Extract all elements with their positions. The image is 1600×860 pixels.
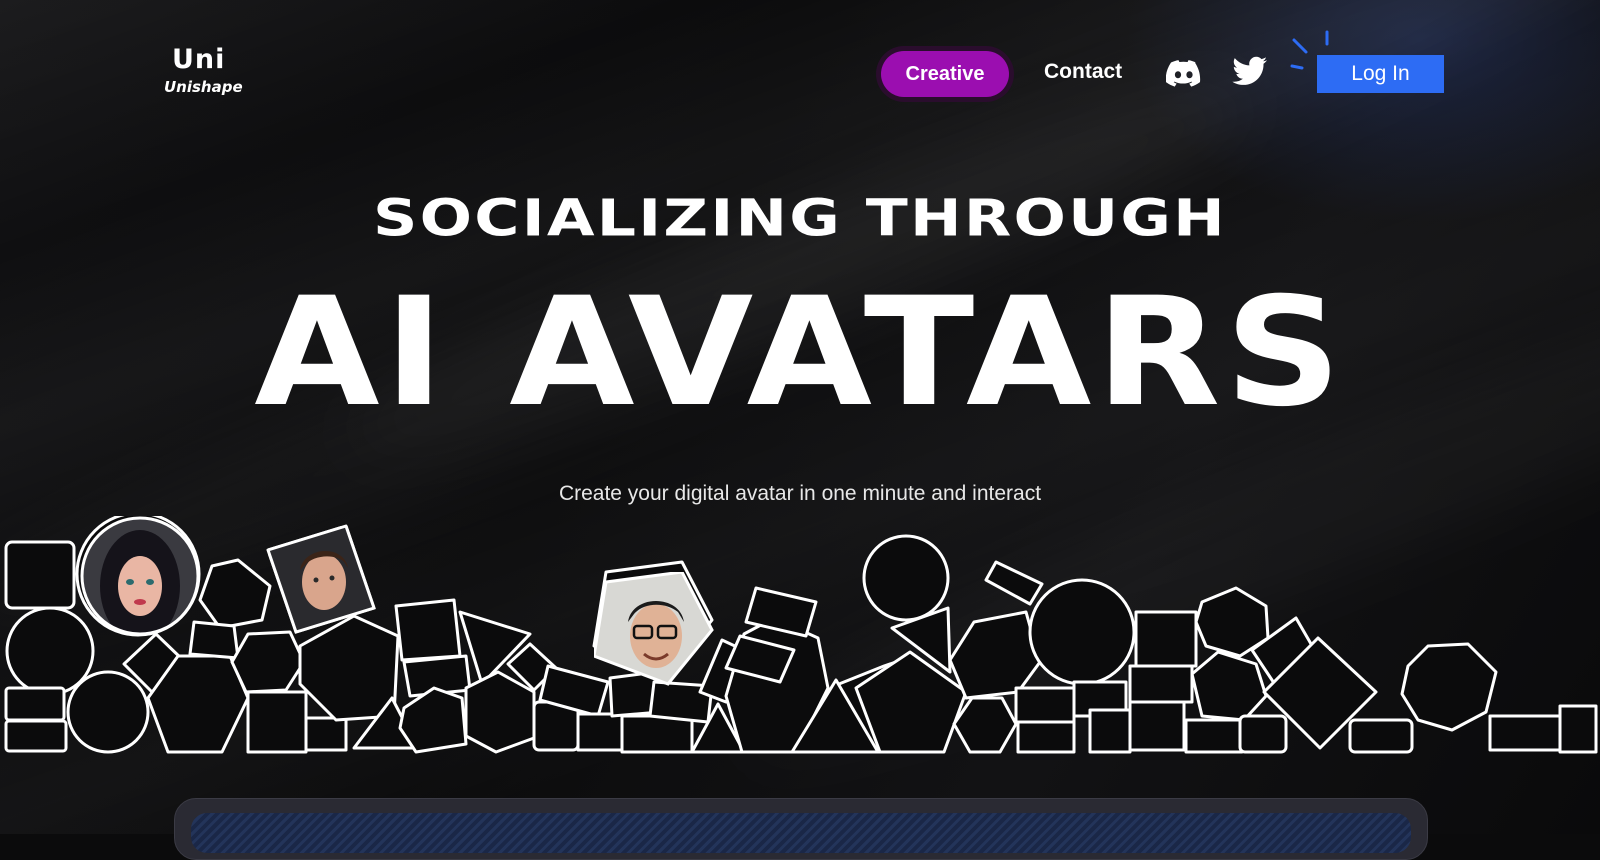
shape-rect [1128,664,1194,704]
shape-rect [1014,686,1076,724]
shape-square [1128,700,1186,752]
shape-rect [304,716,348,752]
shape-hexagon [1190,650,1268,722]
shape-circle [1028,578,1136,686]
shape-square [246,690,308,754]
shape-rect [984,560,1044,606]
shape-hexagon [952,696,1018,754]
hero-heading-line2: AI AVATARS [254,266,1346,440]
shape-hexagon [464,670,536,754]
nav-creative-label: Creative [881,51,1009,97]
shape-rect [1184,718,1244,754]
shape-square [1088,708,1132,754]
shape-rect [620,714,694,754]
unishape-logo[interactable]: Uni Unishape [164,46,254,102]
preview-panel-inner [191,813,1411,853]
shape-rect [4,686,66,722]
shape-circle [862,534,950,622]
shape-rect [1488,714,1562,752]
shape-rect [576,712,624,752]
avatar-portrait-man[interactable] [268,526,376,634]
logo-text: Unishape [164,78,243,96]
shape-heptagon [398,686,468,754]
shape-hexagon [230,630,306,694]
shape-rect [1348,718,1414,754]
nav-creative-button[interactable]: Creative [876,46,1014,102]
shape-rect [4,719,68,753]
shapes-pile-illustration [4,516,1598,754]
shape-rect [1016,720,1076,754]
nav-contact-link[interactable]: Contact [1044,60,1122,84]
shape-octagon [1400,642,1498,732]
shape-rect [1238,714,1288,754]
avatar-portrait-woman[interactable] [80,516,200,636]
hero-subtitle: Create your digital avatar in one minute… [558,482,1042,505]
shape-square [1558,704,1598,754]
shape-circle [66,670,150,754]
shape-square [1134,610,1198,668]
shape-hexagon [948,610,1042,700]
avatar-portrait-glasses[interactable] [594,572,714,688]
login-button[interactable]: Log In [1317,55,1444,93]
discord-icon[interactable] [1166,58,1202,88]
shape-square [394,598,462,662]
shape-heptagon [198,558,272,630]
shape-square [4,540,76,610]
twitter-icon[interactable] [1232,56,1268,88]
logo-mark: Uni [172,44,226,75]
preview-panel [174,798,1428,860]
hero-heading-line1: SOCIALIZING THROUGH [373,188,1227,248]
